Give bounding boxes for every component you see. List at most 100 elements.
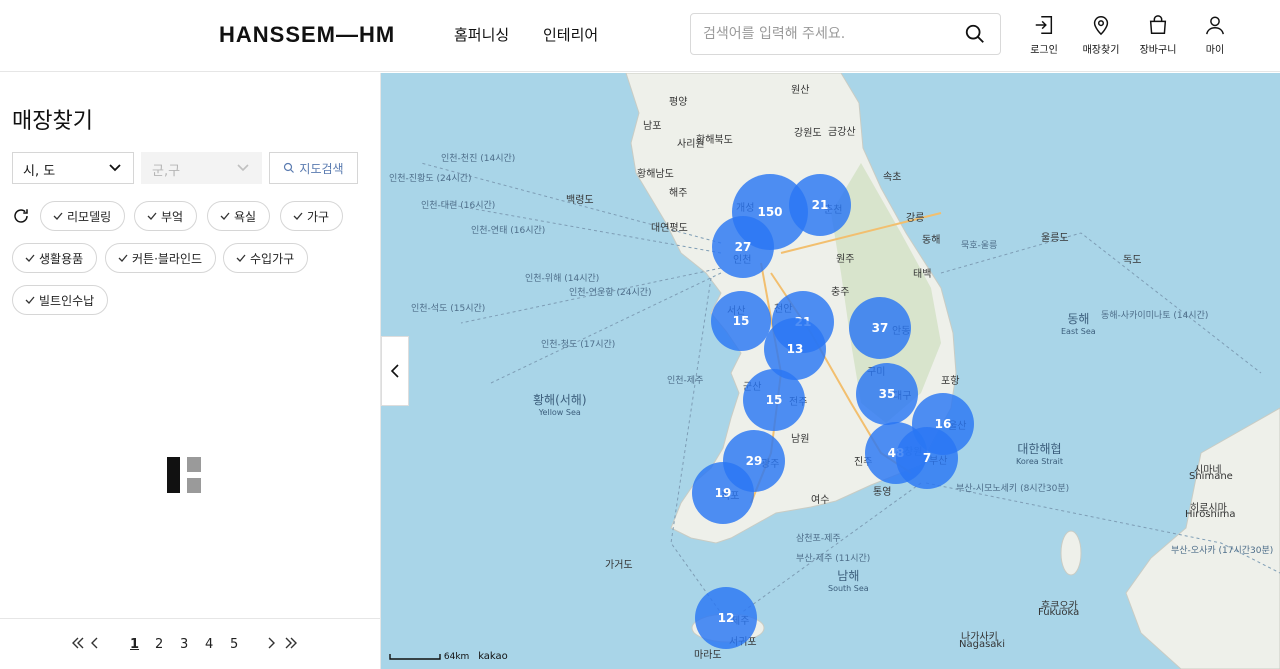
panel-collapse-toggle[interactable] (381, 336, 409, 406)
store-map[interactable]: 황해(서해) Yellow Sea 동해 East Sea 대한해협 Korea St… (381, 73, 1280, 669)
store-cluster-marker[interactable]: 21 (789, 174, 851, 236)
check-icon (25, 296, 35, 304)
city-label: 평양 (669, 97, 688, 108)
prev-page-button[interactable] (91, 637, 99, 653)
city-label: 원주 (836, 254, 855, 265)
page-1[interactable]: 1 (130, 637, 139, 652)
map-search-button[interactable]: 지도검색 (269, 152, 358, 184)
map-pin-icon (1093, 16, 1109, 36)
last-page-button[interactable] (284, 637, 298, 653)
store-cluster-marker[interactable]: 27 (712, 216, 774, 278)
chevron-down-icon (109, 164, 121, 172)
filter-chip-built-in-storage[interactable]: 빌트인수납 (12, 285, 109, 315)
ferry-route-label: 부산-시모노세키 (8시간30분) (956, 484, 1070, 494)
city-label: 강릉 (906, 213, 925, 224)
city-label: 사리원 (677, 139, 705, 150)
brand-logo[interactable]: HANSSEM—HM (219, 22, 395, 48)
city-label: 여수 (811, 495, 830, 506)
ferry-route-label: 인천-진황도 (24시간) (389, 174, 472, 184)
store-cluster-marker[interactable]: 7 (896, 427, 958, 489)
store-cluster-marker[interactable]: 15 (711, 291, 771, 351)
login-button[interactable]: 로그인 (1016, 14, 1072, 56)
first-page-button[interactable] (71, 637, 85, 653)
ferry-route-label: 부산-오사카 (17시간30분) (1171, 546, 1274, 556)
city-label: 가거도 (605, 560, 633, 571)
store-cluster-marker[interactable]: 35 (856, 363, 918, 425)
site-header: HANSSEM—HM 홈퍼니싱 인테리어 로그인 매장찾기 장바구니 (0, 0, 1280, 72)
page-5[interactable]: 5 (230, 637, 238, 652)
login-label: 로그인 (1030, 45, 1058, 56)
store-cluster-marker[interactable]: 15 (743, 369, 805, 431)
city-label: 포항 (941, 376, 960, 387)
shopping-bag-icon (1149, 15, 1167, 34)
map-scale-bar: 64km kakao (389, 651, 508, 662)
city-label: 금강산 (828, 127, 856, 138)
ferry-route-label: 인천-석도 (15시간) (411, 304, 486, 314)
filter-chip-bath[interactable]: 욕실 (207, 201, 271, 231)
city-label: Fukuoka (1038, 607, 1080, 618)
next-page-button[interactable] (267, 637, 275, 653)
search-icon[interactable] (964, 23, 986, 45)
nav-interior[interactable]: 인테리어 (543, 24, 598, 45)
user-icon (1206, 16, 1224, 35)
my-page-button[interactable]: 마이 (1187, 14, 1243, 56)
page-4[interactable]: 4 (205, 637, 213, 652)
filter-chip-living[interactable]: 생활용품 (12, 243, 98, 273)
page-3[interactable]: 3 (180, 637, 188, 652)
search-box (690, 13, 1001, 55)
map-provider-logo: kakao (478, 651, 508, 662)
check-icon (53, 212, 63, 220)
store-finder-label: 매장찾기 (1082, 45, 1120, 56)
check-icon (293, 212, 303, 220)
city-label: Shimane (1189, 471, 1233, 482)
filter-label: 생활용품 (39, 251, 84, 266)
filter-chip-furniture[interactable]: 가구 (280, 201, 344, 231)
check-icon (236, 254, 246, 262)
city-label: 대연평도 (651, 223, 688, 234)
check-icon (25, 254, 35, 262)
filter-chip-imported-furniture[interactable]: 수입가구 (223, 243, 309, 273)
store-finder-button[interactable]: 매장찾기 (1073, 14, 1129, 56)
ferry-route-label: 묵호-울릉 (961, 241, 998, 251)
filter-chip-curtain-blind[interactable]: 커튼·블라인드 (105, 243, 217, 273)
store-cluster-marker[interactable]: 37 (849, 297, 911, 359)
city-label: 남포 (643, 121, 662, 132)
city-label: 속초 (883, 172, 902, 183)
city-label: 남원 (791, 434, 810, 445)
refresh-icon[interactable] (12, 207, 30, 225)
filter-label: 가구 (307, 209, 330, 224)
ferry-route-label: 인천-연운항 (24시간) (569, 288, 652, 298)
gungu-select[interactable]: 군,구 (141, 152, 262, 184)
ferry-route-label: 인천-대련 (16시간) (421, 201, 496, 211)
ferry-route-label: 삼천포-제주 (796, 534, 841, 544)
city-label: 통영 (873, 487, 892, 498)
city-label: 황해남도 (637, 169, 674, 180)
ferry-route-label: 인천-위해 (14시간) (525, 274, 600, 284)
city-label: 충주 (831, 287, 850, 298)
page-2[interactable]: 2 (155, 637, 163, 652)
city-label: 강원도 (794, 128, 822, 139)
search-icon (284, 162, 295, 173)
store-finder-panel: 매장찾기 시, 도 군,구 지도검색 리모델링 부엌 욕실 가구 생활용품 커튼… (0, 73, 381, 669)
sea-label: 황해(서해) Yellow Sea (533, 393, 587, 417)
filter-chip-kitchen[interactable]: 부엌 (134, 201, 198, 231)
store-cluster-marker[interactable]: 19 (692, 462, 754, 524)
gungu-select-value: 군,구 (152, 164, 181, 179)
sea-label: 대한해협 Korea Strait (1016, 442, 1063, 466)
pagination: 1 2 3 4 5 (0, 618, 380, 669)
ferry-route-label: 부산-제주 (11시간) (796, 554, 871, 564)
search-input[interactable] (703, 24, 953, 44)
city-label: Hiroshima (1185, 509, 1236, 520)
scale-label: 64km (443, 652, 470, 662)
filter-chip-remodeling[interactable]: 리모델링 (40, 201, 126, 231)
nav-home-furnishing[interactable]: 홈퍼니싱 (454, 24, 509, 45)
chevron-left-icon (91, 637, 98, 649)
city-label: 울릉도 (1041, 233, 1069, 244)
store-cluster-marker[interactable]: 12 (695, 587, 757, 649)
double-chevron-right-icon (285, 637, 297, 649)
login-icon (1035, 16, 1053, 34)
check-icon (220, 212, 230, 220)
cart-button[interactable]: 장바구니 (1130, 14, 1186, 56)
city-label: 원산 (791, 85, 810, 96)
sido-select[interactable]: 시, 도 (12, 152, 134, 184)
